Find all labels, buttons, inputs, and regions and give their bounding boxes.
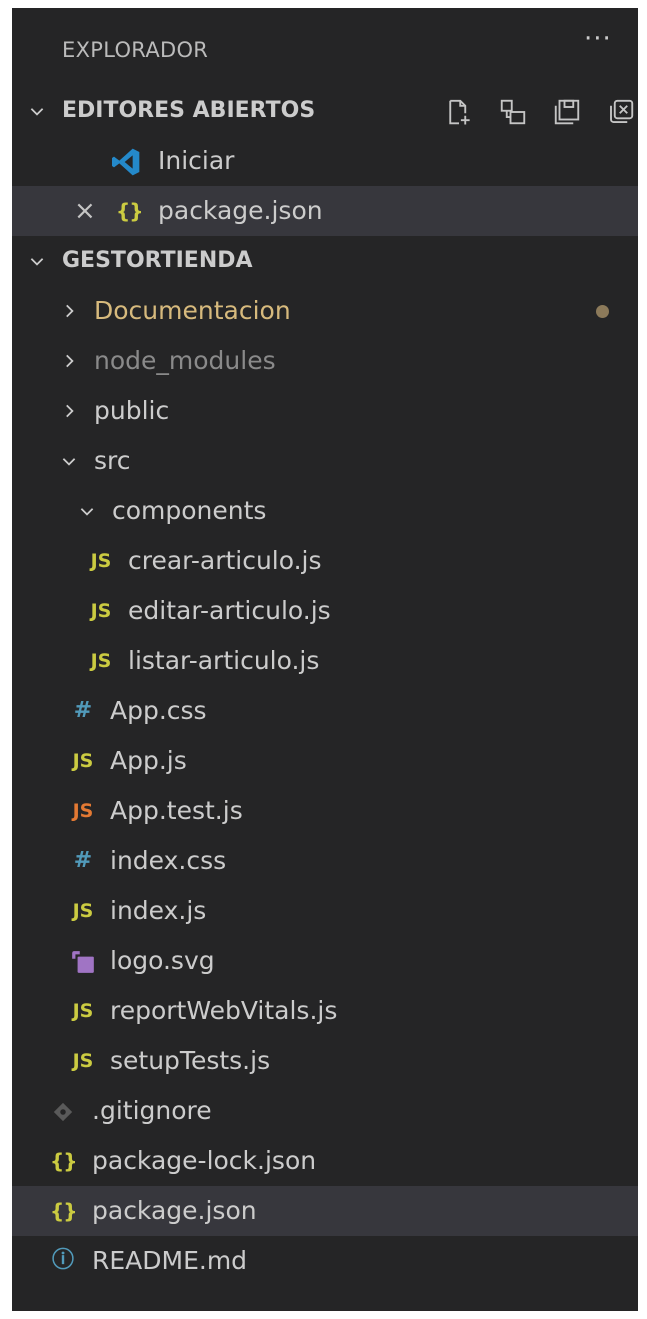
close-all-editors-icon[interactable]	[606, 96, 636, 126]
explorer-title-bar: EXPLORADOR ···	[12, 8, 638, 88]
js-file-icon: JS	[90, 650, 112, 672]
tree-file-report-web-vitals[interactable]: JS reportWebVitals.js	[12, 986, 638, 1036]
tree-item-label: README.md	[92, 1246, 248, 1275]
tree-item-label: editar-articulo.js	[128, 596, 331, 625]
js-file-icon: JS	[90, 600, 112, 622]
tree-item-label: node_modules	[94, 346, 276, 375]
tree-item-label: public	[94, 396, 170, 425]
tree-file-app-js[interactable]: JS App.js	[12, 736, 638, 786]
tree-item-label: index.js	[110, 896, 207, 925]
tree-folder-components[interactable]: components	[12, 486, 638, 536]
js-file-icon: JS	[72, 750, 94, 772]
open-editors-title: EDITORES ABIERTOS	[62, 98, 316, 123]
tree-item-label: App.js	[110, 746, 187, 775]
tree-item-label: package-lock.json	[92, 1146, 317, 1175]
tree-item-label: App.test.js	[110, 796, 243, 825]
open-editor-item-active[interactable]: × {} package.json	[12, 186, 638, 236]
tree-file-editar-articulo[interactable]: JS editar-articulo.js	[12, 586, 638, 636]
js-file-icon: JS	[72, 900, 94, 922]
tree-file-app-css[interactable]: # App.css	[12, 686, 638, 736]
tree-item-label: reportWebVitals.js	[110, 996, 338, 1025]
tree-file-index-js[interactable]: JS index.js	[12, 886, 638, 936]
new-untitled-file-icon[interactable]	[444, 96, 474, 126]
tree-file-logo-svg[interactable]: logo.svg	[12, 936, 638, 986]
modified-dot-icon	[596, 305, 609, 318]
tree-item-label: listar-articulo.js	[128, 646, 320, 675]
tree-item-label: .gitignore	[92, 1096, 212, 1125]
tree-folder-src[interactable]: src	[12, 436, 638, 486]
tree-file-readme[interactable]: ⓘ README.md	[12, 1236, 638, 1286]
chevron-down-icon	[76, 486, 98, 536]
chevron-right-icon	[58, 386, 80, 436]
tree-item-label: index.css	[110, 846, 227, 875]
js-file-icon: JS	[90, 550, 112, 572]
json-icon: {}	[50, 1199, 77, 1223]
svg-file-icon	[70, 936, 96, 986]
workspace-header[interactable]: GESTORTIENDA	[12, 236, 638, 286]
tree-folder-public[interactable]: public	[12, 386, 638, 436]
tree-folder-node-modules[interactable]: node_modules	[12, 336, 638, 386]
tree-file-package-json[interactable]: {} package.json	[12, 1186, 638, 1236]
tree-file-gitignore[interactable]: .gitignore	[12, 1086, 638, 1136]
chevron-down-icon	[26, 236, 48, 286]
open-editor-label: package.json	[158, 196, 323, 225]
tree-item-label: crear-articulo.js	[128, 546, 322, 575]
chevron-right-icon	[58, 286, 80, 336]
tree-file-package-lock-json[interactable]: {} package-lock.json	[12, 1136, 638, 1186]
open-editor-label: Iniciar	[158, 146, 235, 175]
tree-item-label: components	[112, 496, 267, 525]
css-file-icon: #	[73, 698, 93, 723]
tree-folder-documentacion[interactable]: Documentacion	[12, 286, 638, 336]
toggle-vertical-layout-icon[interactable]	[498, 96, 528, 126]
js-file-icon: JS	[72, 1000, 94, 1022]
tree-item-label: logo.svg	[110, 946, 215, 975]
explorer-title: EXPLORADOR	[62, 38, 209, 62]
tree-file-index-css[interactable]: # index.css	[12, 836, 638, 886]
json-icon: {}	[50, 1149, 77, 1173]
workspace-title: GESTORTIENDA	[62, 248, 253, 273]
open-editors-header[interactable]: EDITORES ABIERTOS	[12, 86, 638, 136]
close-icon[interactable]: ×	[74, 186, 96, 236]
save-all-icon[interactable]	[552, 96, 582, 126]
tree-file-crear-articulo[interactable]: JS crear-articulo.js	[12, 536, 638, 586]
tree-item-label: Documentacion	[94, 296, 291, 325]
tree-item-label: src	[94, 446, 131, 475]
js-file-icon: JS	[72, 1050, 94, 1072]
tree-file-setup-tests[interactable]: JS setupTests.js	[12, 1036, 638, 1086]
more-actions-icon[interactable]: ···	[584, 24, 612, 54]
chevron-right-icon	[58, 336, 80, 386]
css-file-icon: #	[73, 848, 93, 873]
git-icon	[50, 1086, 76, 1136]
chevron-down-icon	[58, 436, 80, 486]
tree-file-app-test-js[interactable]: JS App.test.js	[12, 786, 638, 836]
info-icon: ⓘ	[51, 1248, 74, 1273]
json-icon: {}	[116, 199, 143, 223]
js-test-file-icon: JS	[72, 800, 94, 822]
explorer-panel: EXPLORADOR ··· EDITORES ABIERTOS Iniciar…	[12, 8, 638, 1311]
tree-file-listar-articulo[interactable]: JS listar-articulo.js	[12, 636, 638, 686]
tree-item-label: App.css	[110, 696, 207, 725]
vscode-icon	[110, 136, 140, 186]
tree-item-label: package.json	[92, 1196, 257, 1225]
tree-item-label: setupTests.js	[110, 1046, 271, 1075]
open-editor-item[interactable]: Iniciar	[12, 136, 638, 186]
chevron-down-icon	[26, 86, 48, 136]
